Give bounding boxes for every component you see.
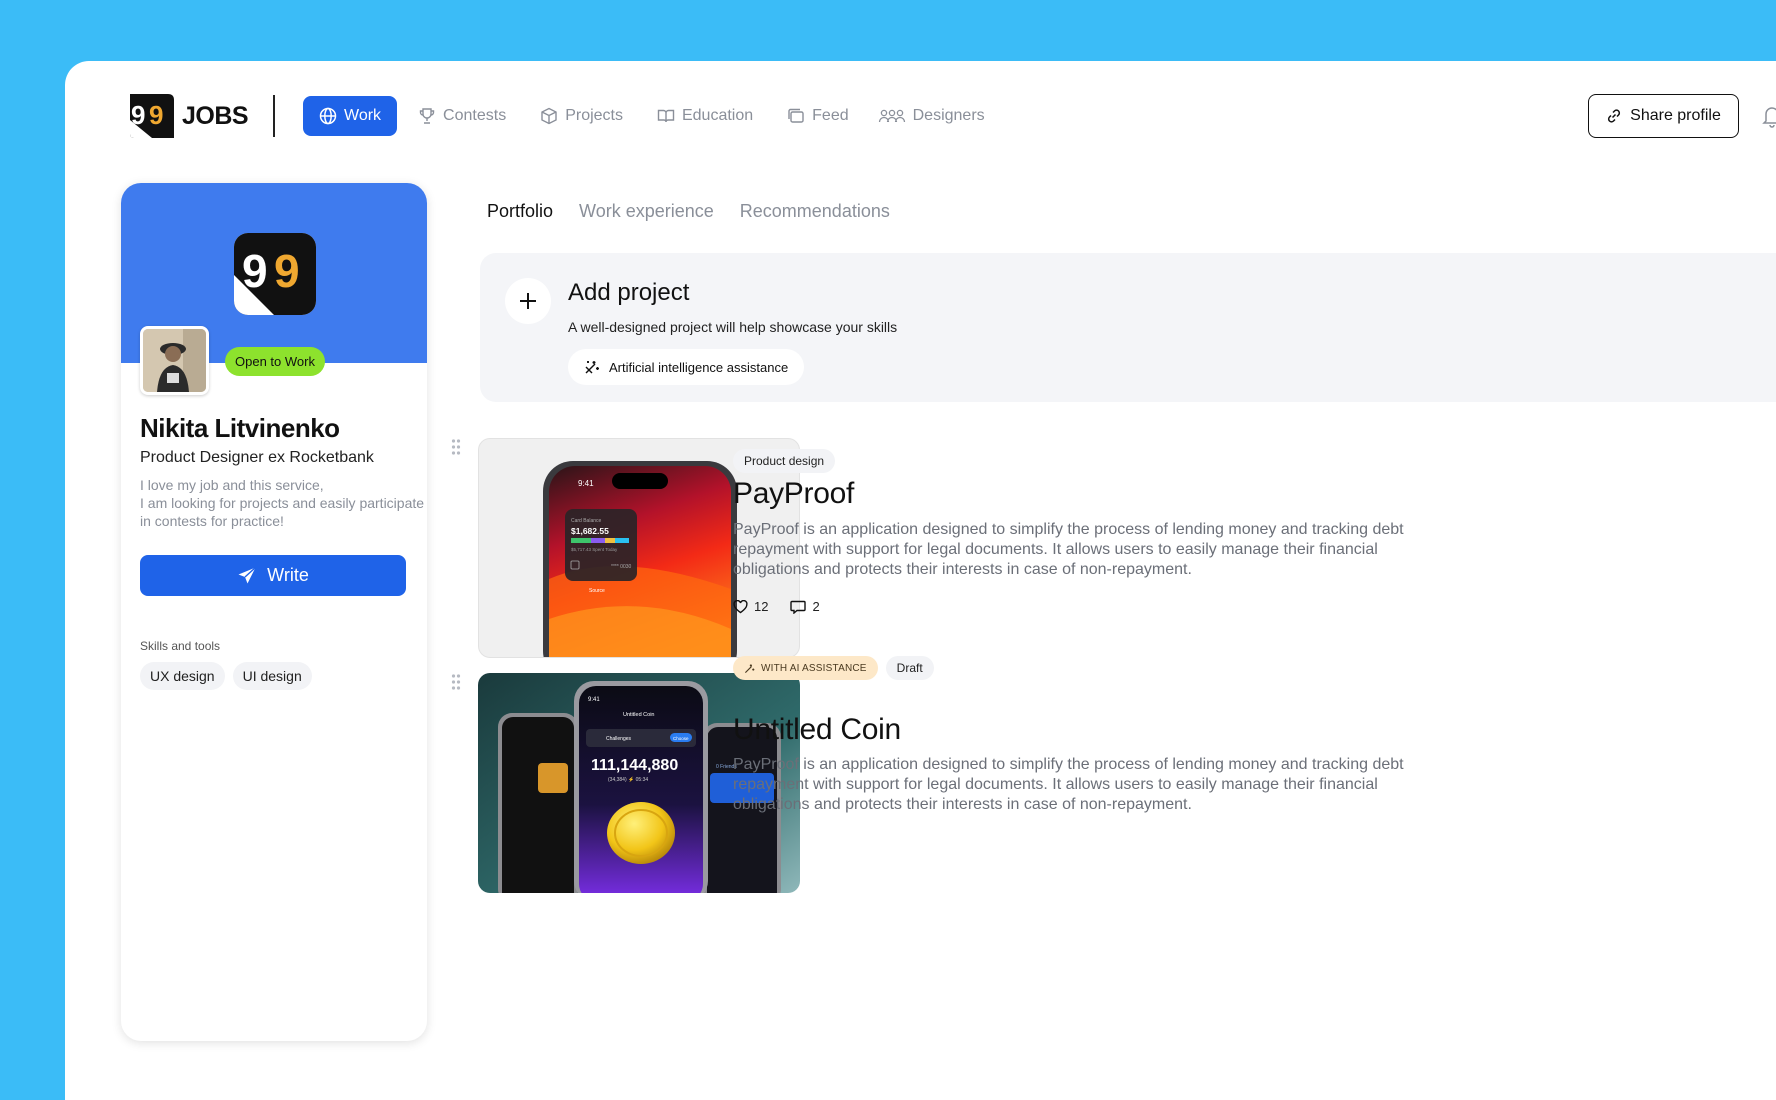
bell-icon[interactable]	[1762, 104, 1776, 128]
mock-card-label: Card Balance	[571, 518, 602, 524]
avatar-photo	[143, 329, 206, 392]
add-project-panel: Add project A well-designed project will…	[480, 253, 1776, 402]
drag-handle-icon[interactable]	[451, 674, 461, 690]
mock-spent: $5,717.43 Spent Today	[571, 547, 618, 552]
profile-cover-logo: 9 9	[234, 233, 316, 315]
plus-icon	[520, 293, 536, 309]
svg-text:9: 9	[274, 245, 300, 297]
category-tag[interactable]: Product design	[733, 449, 836, 473]
trophy-icon	[419, 108, 435, 124]
mock-balance: $1,682.55	[571, 526, 609, 536]
draft-tag[interactable]: Draft	[885, 656, 934, 680]
avatar[interactable]	[140, 326, 209, 395]
comment-button[interactable]: 2	[790, 599, 820, 614]
mock-time: 9:41	[578, 479, 594, 488]
book-icon	[657, 109, 675, 123]
nav-feed[interactable]: Feed	[774, 96, 861, 136]
magic-wand-icon	[744, 663, 755, 673]
logo-divider	[273, 95, 275, 137]
nav-education[interactable]: Education	[644, 96, 766, 136]
share-profile-button[interactable]: Share profile	[1588, 94, 1739, 138]
skills-title: Skills and tools	[140, 639, 221, 653]
mock-sub: (34,384) ⚡ 05:34	[608, 776, 648, 783]
ai-assistance-label: Artificial intelligence assistance	[609, 359, 789, 375]
nav-projects[interactable]: Projects	[527, 96, 636, 136]
brand-name: JOBS	[182, 101, 249, 130]
heart-icon	[733, 599, 748, 613]
send-icon	[238, 566, 257, 583]
mock-challenge: Challenges	[606, 736, 632, 742]
main-nav: Work Contests Projects Education Feed De…	[303, 96, 998, 136]
nav-designers-label: Designers	[912, 107, 985, 124]
svg-text:9: 9	[131, 100, 145, 130]
likes-count: 12	[754, 599, 769, 614]
cube-icon	[541, 107, 557, 125]
nav-designers[interactable]: Designers	[870, 96, 998, 136]
tab-recommendations[interactable]: Recommendations	[740, 201, 890, 222]
share-profile-label: Share profile	[1630, 107, 1721, 124]
nav-education-label: Education	[681, 107, 754, 124]
like-button[interactable]: 12	[733, 599, 768, 614]
brand-logo[interactable]: 9 9 JOBS	[128, 94, 249, 138]
app-window: 9 9 JOBS Work Contests Projects Educatio…	[65, 61, 1776, 1100]
comments-count: 2	[812, 599, 820, 614]
write-button[interactable]: Write	[140, 555, 406, 596]
profile-tabs: Portfolio Work experience Recommendation…	[487, 201, 890, 222]
write-button-label: Write	[267, 565, 309, 585]
mock-time: 9:41	[588, 697, 600, 703]
mock-app-title: Untitled Coin	[623, 712, 655, 718]
nav-work-label: Work	[344, 107, 382, 124]
add-project-title: Add project	[568, 279, 690, 306]
mock-choose: Choose	[673, 736, 689, 741]
link-icon	[1608, 109, 1621, 123]
add-project-button[interactable]	[505, 278, 551, 324]
mock-card-number: **** 0030	[611, 564, 632, 570]
magic-wand-icon	[585, 361, 599, 374]
svg-text:9: 9	[149, 100, 163, 130]
99-logo-icon: 9 9	[130, 94, 174, 138]
ai-assistance-button[interactable]: Artificial intelligence assistance	[568, 349, 805, 385]
project-title[interactable]: Untitled Coin	[733, 713, 901, 747]
mock-action: Source	[589, 588, 605, 594]
globe-icon	[319, 107, 337, 125]
99-logo-icon: 9 9	[234, 233, 316, 315]
profile-name: Nikita Litvinenko	[140, 413, 340, 443]
project-tags: Product design	[733, 449, 836, 473]
drag-handle-icon[interactable]	[451, 439, 461, 455]
skills-list: UX design UI design	[140, 662, 312, 690]
tab-work-experience[interactable]: Work experience	[579, 201, 714, 222]
project-tags: WITH AI ASSISTANCE Draft	[733, 656, 934, 680]
ai-assistance-tag-label: WITH AI ASSISTANCE	[761, 662, 867, 674]
ai-assistance-tag[interactable]: WITH AI ASSISTANCE	[733, 656, 878, 680]
mock-score: 111,144,880	[591, 757, 678, 774]
add-project-description: A well-designed project will help showca…	[568, 319, 898, 335]
profile-card: 9 9 Open to Work Nikita Litvinenko Produ…	[121, 183, 427, 1041]
cards-icon	[788, 108, 804, 123]
tab-portfolio[interactable]: Portfolio	[487, 201, 553, 222]
project-stats: 12 2	[733, 599, 820, 614]
profile-role: Product Designer ex Rocketbank	[140, 449, 374, 466]
nav-projects-label: Projects	[565, 107, 623, 124]
nav-contests[interactable]: Contests	[405, 96, 519, 136]
comment-icon	[790, 600, 807, 614]
people-icon	[878, 109, 905, 123]
profile-bio: I love my job and this service, I am loo…	[140, 477, 425, 529]
open-to-work-badge: Open to Work	[225, 347, 325, 376]
project-description: PayProof is an application designed to s…	[733, 521, 1404, 578]
project-description: PayProof is an application designed to s…	[733, 756, 1404, 813]
nav-feed-label: Feed	[812, 107, 849, 124]
svg-text:9: 9	[242, 245, 268, 297]
skill-tag[interactable]: UI design	[232, 662, 312, 690]
top-navbar: 9 9 JOBS Work Contests Projects Educatio…	[65, 61, 1776, 171]
skill-tag[interactable]: UX design	[140, 662, 225, 690]
nav-work[interactable]: Work	[303, 96, 398, 136]
project-title[interactable]: PayProof	[733, 477, 854, 511]
nav-contests-label: Contests	[443, 107, 507, 124]
